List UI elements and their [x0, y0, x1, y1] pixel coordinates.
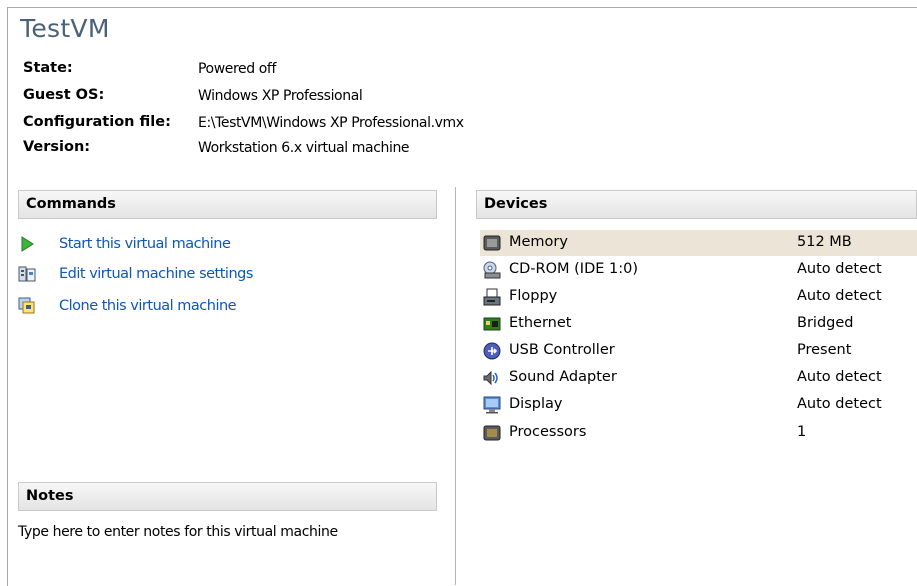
device-row-sound[interactable]: Sound Adapter Auto detect: [480, 365, 917, 391]
device-value: Auto detect: [797, 396, 882, 412]
state-label: State:: [23, 60, 73, 76]
clone-vm-command[interactable]: Clone this virtual machine: [18, 295, 237, 317]
device-row-floppy[interactable]: Floppy Auto detect: [480, 284, 917, 310]
start-vm-label: Start this virtual machine: [59, 236, 231, 252]
device-row-usb[interactable]: USB Controller Present: [480, 338, 917, 364]
start-vm-command[interactable]: Start this virtual machine: [18, 233, 231, 255]
devices-header: Devices: [476, 190, 917, 219]
commands-header: Commands: [18, 190, 437, 219]
device-value: Auto detect: [797, 369, 882, 385]
device-value: Auto detect: [797, 261, 882, 277]
notes-textarea[interactable]: Type here to enter notes for this virtua…: [18, 524, 338, 540]
device-name: USB Controller: [509, 342, 615, 358]
device-row-memory[interactable]: Memory 512 MB: [480, 230, 917, 256]
device-name: Ethernet: [509, 315, 572, 331]
floppy-icon: [483, 288, 501, 306]
panel-divider: [455, 187, 456, 585]
device-name: Processors: [509, 424, 587, 440]
settings-icon: [18, 265, 36, 283]
device-value: 512 MB: [797, 234, 852, 250]
clone-icon: [18, 297, 36, 315]
play-icon: [18, 235, 36, 253]
config-file-value: E:\TestVM\Windows XP Professional.vmx: [198, 115, 464, 131]
config-file-label: Configuration file:: [23, 114, 171, 130]
device-row-ethernet[interactable]: Ethernet Bridged: [480, 311, 917, 337]
device-name: CD-ROM (IDE 1:0): [509, 261, 638, 277]
clone-vm-label: Clone this virtual machine: [59, 298, 237, 314]
state-value: Powered off: [198, 61, 276, 77]
device-name: Memory: [509, 234, 568, 250]
edit-settings-command[interactable]: Edit virtual machine settings: [18, 263, 253, 285]
cdrom-icon: [483, 261, 501, 279]
device-value: Auto detect: [797, 288, 882, 304]
sound-icon: [483, 369, 501, 387]
guest-os-value: Windows XP Professional: [198, 88, 363, 104]
ethernet-icon: [483, 315, 501, 333]
vm-title: TestVM: [20, 14, 110, 43]
device-value: Bridged: [797, 315, 854, 331]
device-name: Display: [509, 396, 563, 412]
usb-icon: [483, 342, 501, 360]
device-name: Sound Adapter: [509, 369, 617, 385]
device-name: Floppy: [509, 288, 558, 304]
version-label: Version:: [23, 139, 91, 155]
device-value: 1: [797, 424, 807, 440]
processor-icon: [483, 424, 501, 442]
display-icon: [483, 396, 501, 414]
memory-icon: [483, 234, 501, 252]
version-value: Workstation 6.x virtual machine: [198, 140, 410, 156]
device-row-processors[interactable]: Processors 1: [480, 420, 917, 446]
edit-settings-label: Edit virtual machine settings: [59, 266, 253, 282]
device-value: Present: [797, 342, 852, 358]
guest-os-label: Guest OS:: [23, 87, 105, 103]
device-row-cdrom[interactable]: CD-ROM (IDE 1:0) Auto detect: [480, 257, 917, 283]
device-row-display[interactable]: Display Auto detect: [480, 392, 917, 418]
notes-header: Notes: [18, 482, 437, 511]
